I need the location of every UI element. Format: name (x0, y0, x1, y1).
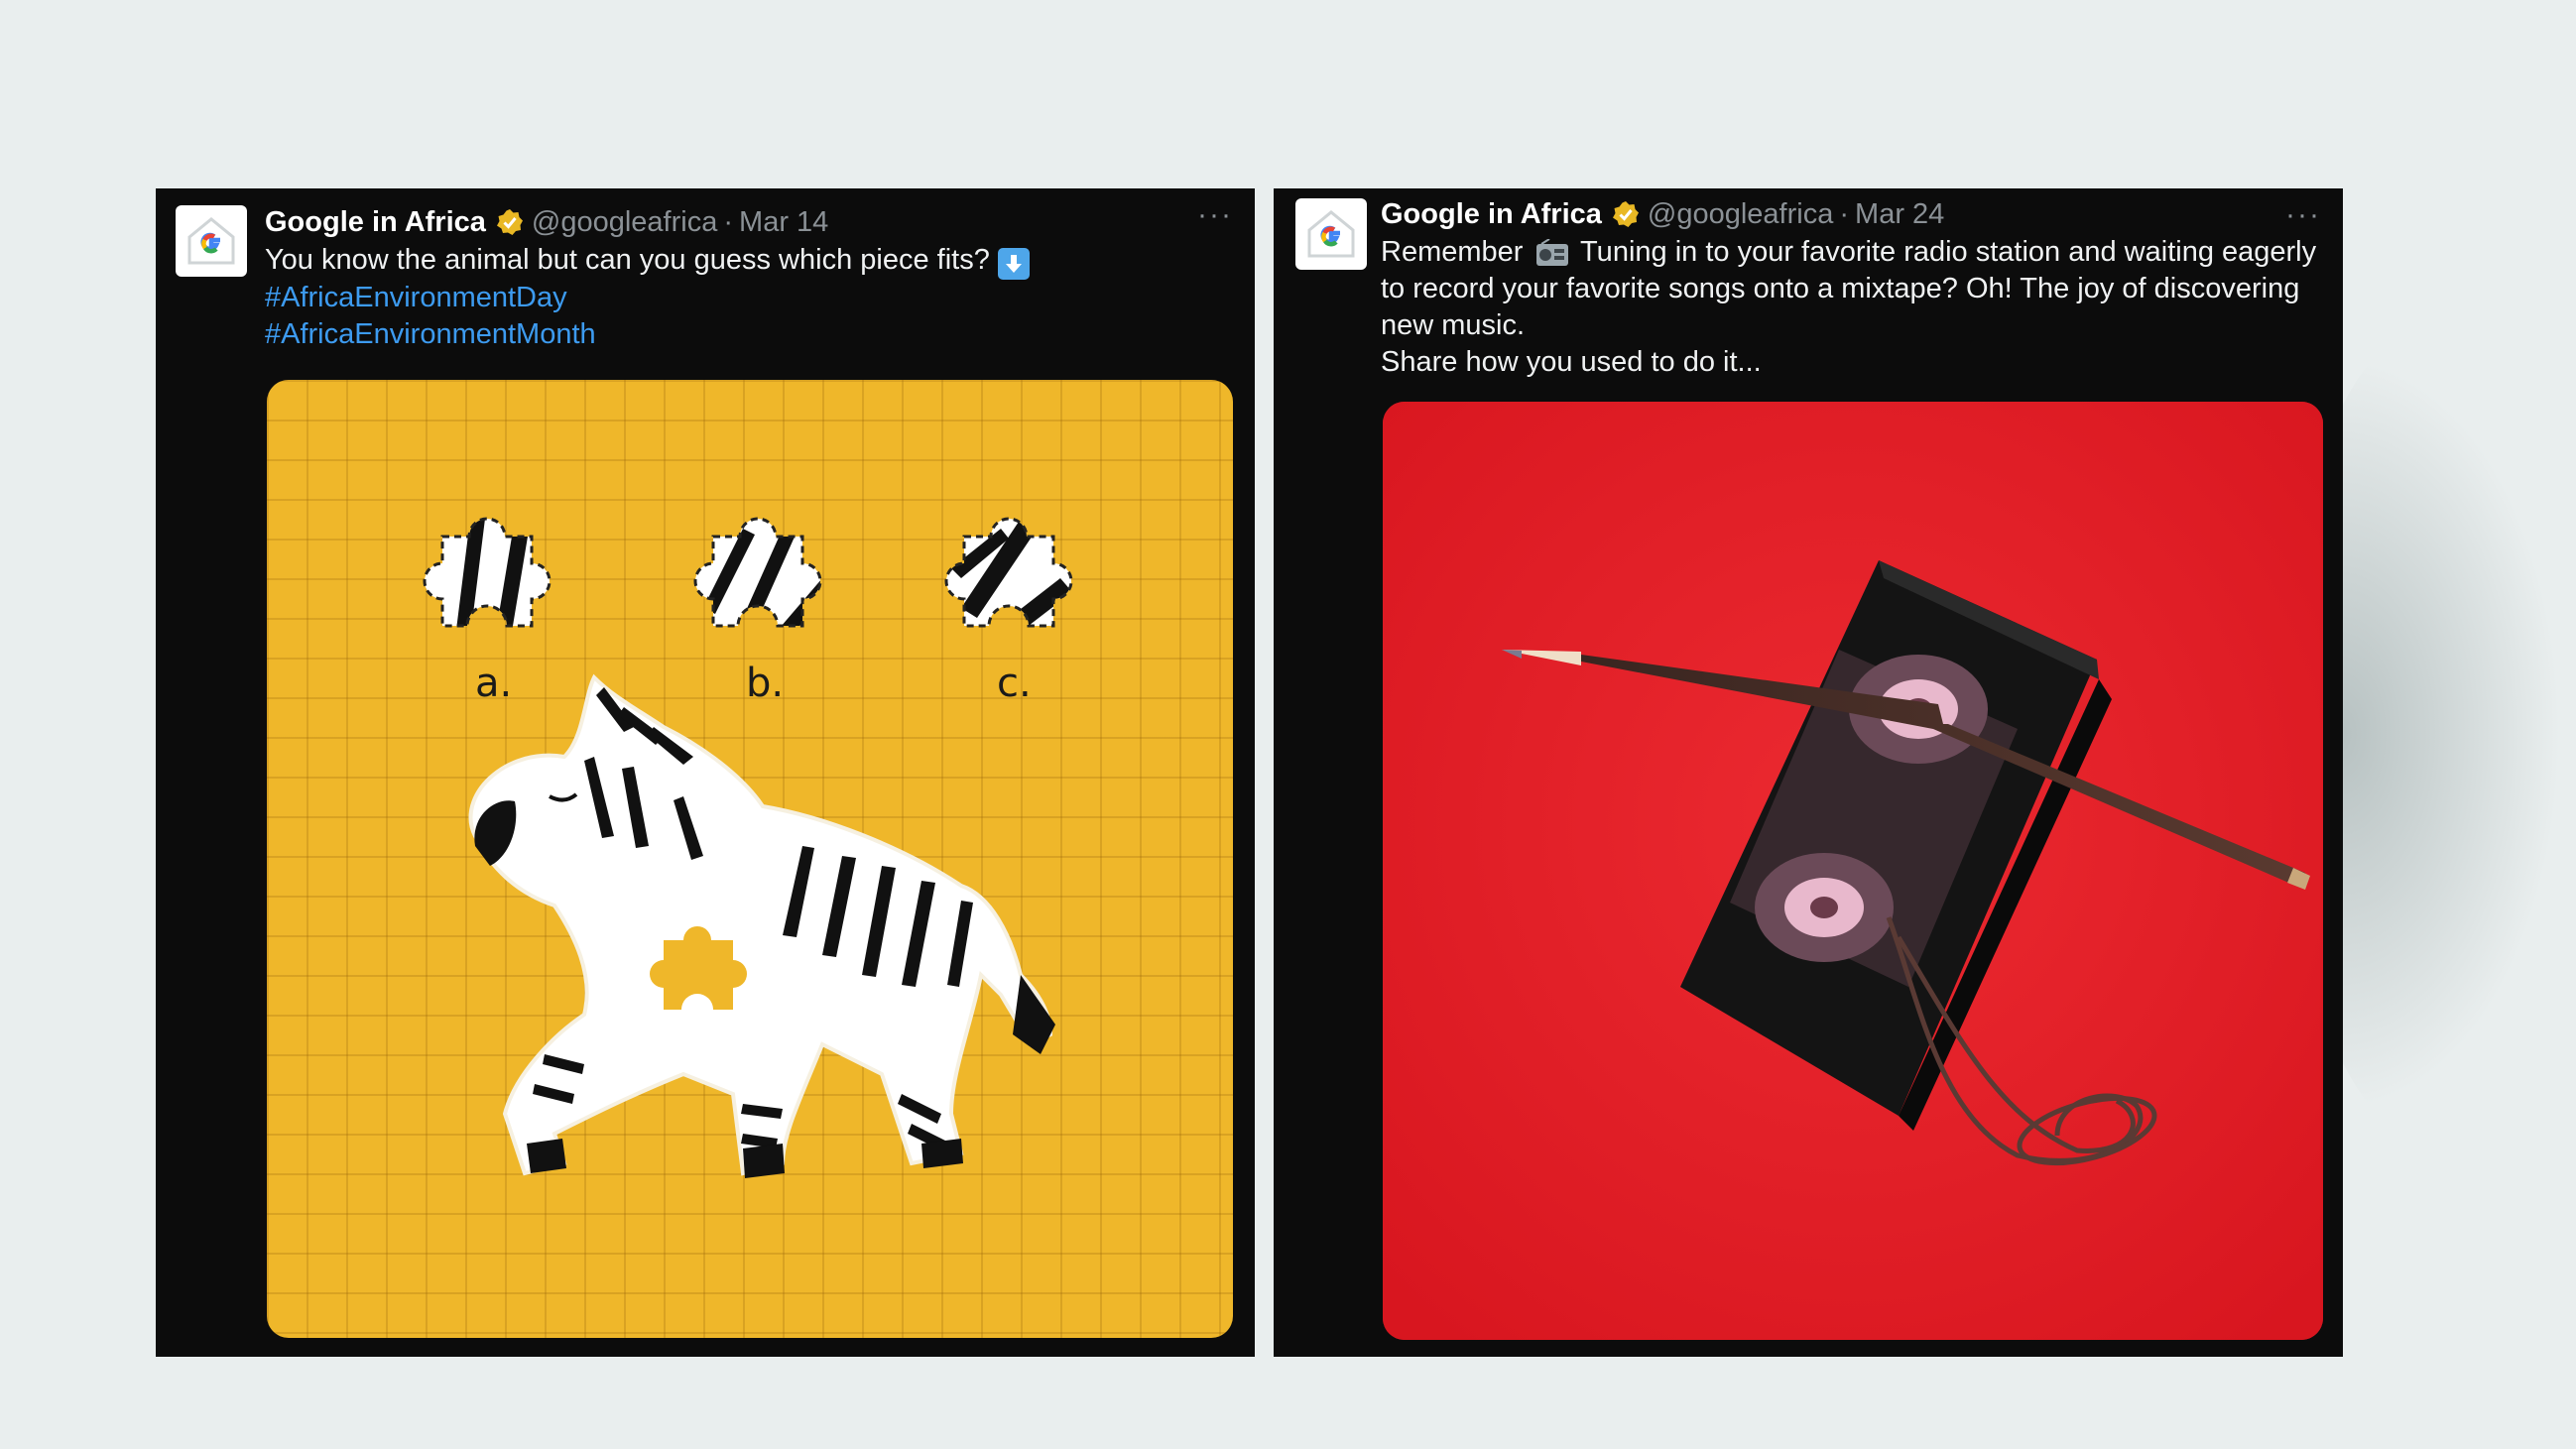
puzzle-piece-b (693, 517, 822, 628)
tweet-text: You know the animal but can you guess wh… (265, 242, 1217, 353)
avatar[interactable] (176, 205, 247, 277)
separator: · (723, 206, 734, 238)
puzzle-options-illustration (423, 517, 1073, 1178)
tweet-card[interactable]: Google in Africa @googleafrica · Mar 14 … (156, 188, 1255, 1357)
tweet-text: Remember Tuning in to your favorite radi… (1381, 234, 2323, 381)
option-label-c: c. (997, 661, 1032, 706)
cassette-photo (1383, 402, 2323, 1340)
separator: · (1839, 198, 1850, 230)
tweet-date[interactable]: Mar 24 (1855, 196, 1944, 232)
tweet-card[interactable]: Google in Africa @googleafrica · Mar 24 … (1274, 188, 2343, 1357)
option-label-b: b. (746, 661, 785, 706)
tweet-image-cassette[interactable] (1383, 402, 2323, 1340)
more-options-button[interactable]: ··· (2285, 198, 2321, 232)
tweet-date[interactable]: Mar 14 (739, 204, 828, 240)
tweet-text-line2: Share how you used to do it... (1381, 346, 1762, 378)
author-name[interactable]: Google in Africa (265, 204, 486, 240)
verified-badge-icon (1612, 200, 1640, 228)
hashtag-link[interactable]: #AfricaEnvironmentDay (265, 280, 1217, 316)
tweet-header: Google in Africa @googleafrica · Mar 24 (1381, 196, 1944, 232)
verified-badge-icon (496, 208, 524, 236)
zebra-illustration (468, 673, 1055, 1178)
option-label-a: a. (475, 661, 513, 706)
author-handle[interactable]: @googleafrica (1648, 196, 1833, 232)
tweet-header: Google in Africa @googleafrica · Mar 14 (265, 204, 828, 240)
tweet-text-line: You know the animal but can you guess wh… (265, 244, 990, 276)
tweet-image-puzzle[interactable]: a. b. c. (267, 380, 1233, 1338)
avatar[interactable] (1295, 198, 1367, 270)
puzzle-piece-c (944, 517, 1073, 628)
google-logo-icon (1307, 210, 1355, 258)
down-arrow-icon (997, 248, 1030, 280)
google-logo-icon (187, 217, 235, 265)
author-name[interactable]: Google in Africa (1381, 196, 1602, 232)
author-handle[interactable]: @googleafrica (532, 204, 717, 240)
more-options-button[interactable]: ··· (1197, 198, 1233, 232)
hashtag-link[interactable]: #AfricaEnvironmentMonth (265, 316, 1217, 353)
radio-icon (1535, 239, 1569, 267)
tweet-text-start: Remember (1381, 236, 1524, 268)
puzzle-piece-a (423, 517, 552, 628)
